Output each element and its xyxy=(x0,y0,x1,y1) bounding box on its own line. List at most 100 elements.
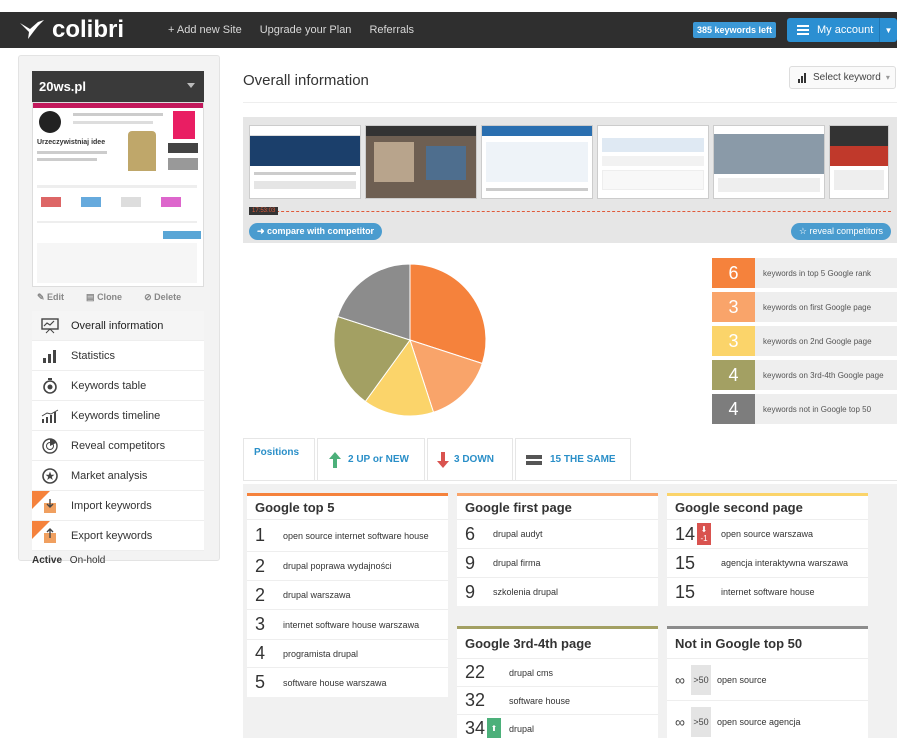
tab-label: Positions xyxy=(254,447,300,458)
bar-chart-icon xyxy=(41,347,59,365)
card-google-top5: Google top 5 1 open source internet softw… xyxy=(247,493,448,697)
select-keyword-label: Select keyword xyxy=(813,72,881,83)
star-circle-icon xyxy=(41,467,59,485)
tab-up[interactable]: 2 UP or NEW xyxy=(317,438,425,480)
colibri-logo[interactable]: colibri xyxy=(18,16,168,44)
table-row[interactable]: 9 drupal firma xyxy=(457,548,658,577)
competitor-screenshot[interactable] xyxy=(249,125,361,199)
add-site-link[interactable]: + Add new Site xyxy=(168,24,242,36)
delete-button[interactable]: ⊘ Delete xyxy=(144,292,192,303)
table-row[interactable]: 15 agencja interaktywna warszawa xyxy=(667,548,868,577)
table-row[interactable]: 32 software house xyxy=(457,686,658,714)
sidebar-item-reveal-competitors[interactable]: Reveal competitors xyxy=(32,431,204,461)
sidebar-item-import-keywords[interactable]: Import keywords xyxy=(32,491,204,521)
select-keyword-dropdown[interactable]: Select keyword ▾ xyxy=(789,66,896,89)
compare-competitor-button[interactable]: ➜ compare with competitor xyxy=(249,223,383,240)
table-row[interactable]: 34 ⬆ drupal xyxy=(457,714,658,738)
table-row[interactable]: 6 drupal audyt xyxy=(457,519,658,548)
sidebar-item-export-keywords[interactable]: Export keywords xyxy=(32,521,204,551)
card-google-3rd-4th-page: Google 3rd-4th page 22 drupal cms 32 softw… xyxy=(457,626,658,738)
sidebar-item-statistics[interactable]: Statistics xyxy=(32,341,204,371)
table-row[interactable]: 5 software house warszawa xyxy=(247,667,448,697)
tab-same[interactable]: 15 THE SAME xyxy=(515,438,631,480)
legend-row-top5[interactable]: 6 keywords in top 5 Google rank xyxy=(712,258,897,288)
rank-value: >50 xyxy=(691,706,711,737)
competitor-screenshot[interactable] xyxy=(597,125,709,199)
infinity-icon: ∞ xyxy=(675,671,685,688)
sidebar-item-overall-information[interactable]: Overall information xyxy=(32,311,204,341)
tab-label: 15 THE SAME xyxy=(550,454,616,465)
card-not-in-top50: Not in Google top 50 ∞ >50 open source ∞… xyxy=(667,626,868,738)
sidebar-item-label: Overall information xyxy=(71,319,164,332)
table-row[interactable]: ∞ >50 open source agencja xyxy=(667,700,868,738)
arrow-down-icon: ⬇ xyxy=(700,525,708,534)
table-row[interactable]: 3 internet software house warszawa xyxy=(247,609,448,639)
rank-value: 2 xyxy=(255,584,266,605)
legend-row-third-page[interactable]: 4 keywords on 3rd-4th Google page xyxy=(712,360,897,390)
keyword-text: open source agencja xyxy=(717,716,801,727)
competitor-screenshot[interactable] xyxy=(365,125,477,199)
position-tabs: Positions 2 UP or NEW 3 DOWN 15 THE SAME xyxy=(243,438,897,484)
edit-button[interactable]: ✎ Edit xyxy=(37,292,75,303)
compare-label: compare with competitor xyxy=(267,226,375,236)
keyword-text: internet software house xyxy=(721,587,815,597)
logo-text: colibri xyxy=(52,16,125,43)
site-thumbnail: Urzeczywistniaj idee xyxy=(32,102,204,287)
clone-button[interactable]: ▤ Clone xyxy=(86,292,133,303)
table-row[interactable]: 14 ⬇ -1 open source warszawa xyxy=(667,519,868,548)
table-row[interactable]: 15 internet software house xyxy=(667,577,868,606)
keyword-text: drupal firma xyxy=(493,558,541,568)
my-account-button[interactable]: My account ▼ xyxy=(787,18,897,42)
status-onhold-toggle[interactable]: On-hold xyxy=(70,555,106,566)
sidebar-item-keywords-table[interactable]: Keywords table xyxy=(32,371,204,401)
rank-value: 15 xyxy=(675,581,696,602)
timeline-line xyxy=(251,211,891,212)
upgrade-plan-link[interactable]: Upgrade your Plan xyxy=(260,24,352,36)
table-row[interactable]: 1 open source internet software house xyxy=(247,519,448,551)
new-ribbon-icon xyxy=(32,491,50,509)
menu-icon xyxy=(797,25,809,35)
status-active-toggle[interactable]: Active xyxy=(32,555,62,566)
reveal-competitors-button[interactable]: ☆ reveal competitors xyxy=(790,223,891,240)
top-navbar: colibri + Add new Site Upgrade your Plan… xyxy=(0,12,897,48)
sidebar-menu: Overall information Statistics Keywords … xyxy=(32,311,204,551)
legend-row-not-top50[interactable]: 4 keywords not in Google top 50 xyxy=(712,394,897,424)
sidebar-item-market-analysis[interactable]: Market analysis xyxy=(32,461,204,491)
sidebar-item-label: Import keywords xyxy=(71,499,152,512)
tab-positions[interactable]: Positions xyxy=(243,438,315,480)
keyword-text: drupal cms xyxy=(509,667,554,678)
card-title: Google second page xyxy=(667,493,868,519)
tab-down[interactable]: 3 DOWN xyxy=(427,438,513,480)
card-google-second-page: Google second page 14 ⬇ -1 open source wa… xyxy=(667,493,868,606)
table-row[interactable]: 4 programista drupal xyxy=(247,639,448,667)
timeline-bars-icon xyxy=(41,407,59,425)
table-row[interactable]: 2 drupal warszawa xyxy=(247,580,448,609)
table-row[interactable]: 9 szkolenia drupal xyxy=(457,577,658,606)
table-row[interactable]: ∞ >50 open source xyxy=(667,658,868,700)
rank-up-badge: ⬆ xyxy=(487,717,501,738)
keyword-text: drupal warszawa xyxy=(283,590,351,600)
sidebar-item-label: Keywords table xyxy=(71,379,147,392)
rank-value: 4 xyxy=(255,643,266,663)
competitor-screenshot[interactable] xyxy=(829,125,889,199)
rank-value: 1 xyxy=(255,525,266,545)
chevron-down-icon[interactable]: ▼ xyxy=(879,18,897,42)
table-row[interactable]: 2 drupal poprawa wydajności xyxy=(247,551,448,580)
legend-label: keywords on first Google page xyxy=(763,302,872,312)
site-selector[interactable]: 20ws.pl xyxy=(32,71,204,102)
caret-down-icon xyxy=(187,83,195,88)
legend-row-first-page[interactable]: 3 keywords on first Google page xyxy=(712,292,897,322)
legend-row-second-page[interactable]: 3 keywords on 2nd Google page xyxy=(712,326,897,356)
sidebar-item-keywords-timeline[interactable]: Keywords timeline xyxy=(32,401,204,431)
rank-value: 32 xyxy=(465,690,486,710)
sidebar-item-label: Statistics xyxy=(71,349,116,362)
keyword-text: programista drupal xyxy=(283,648,359,659)
bar-chart-icon xyxy=(798,72,807,83)
table-row[interactable]: 22 drupal cms xyxy=(457,658,658,686)
referrals-link[interactable]: Referrals xyxy=(369,24,414,36)
card-title: Not in Google top 50 xyxy=(667,626,868,658)
competitor-screenshot[interactable] xyxy=(481,125,593,199)
competitor-screenshot[interactable] xyxy=(713,125,825,199)
keyword-text: software house warszawa xyxy=(283,677,387,688)
sidebar-item-label: Market analysis xyxy=(71,469,148,482)
